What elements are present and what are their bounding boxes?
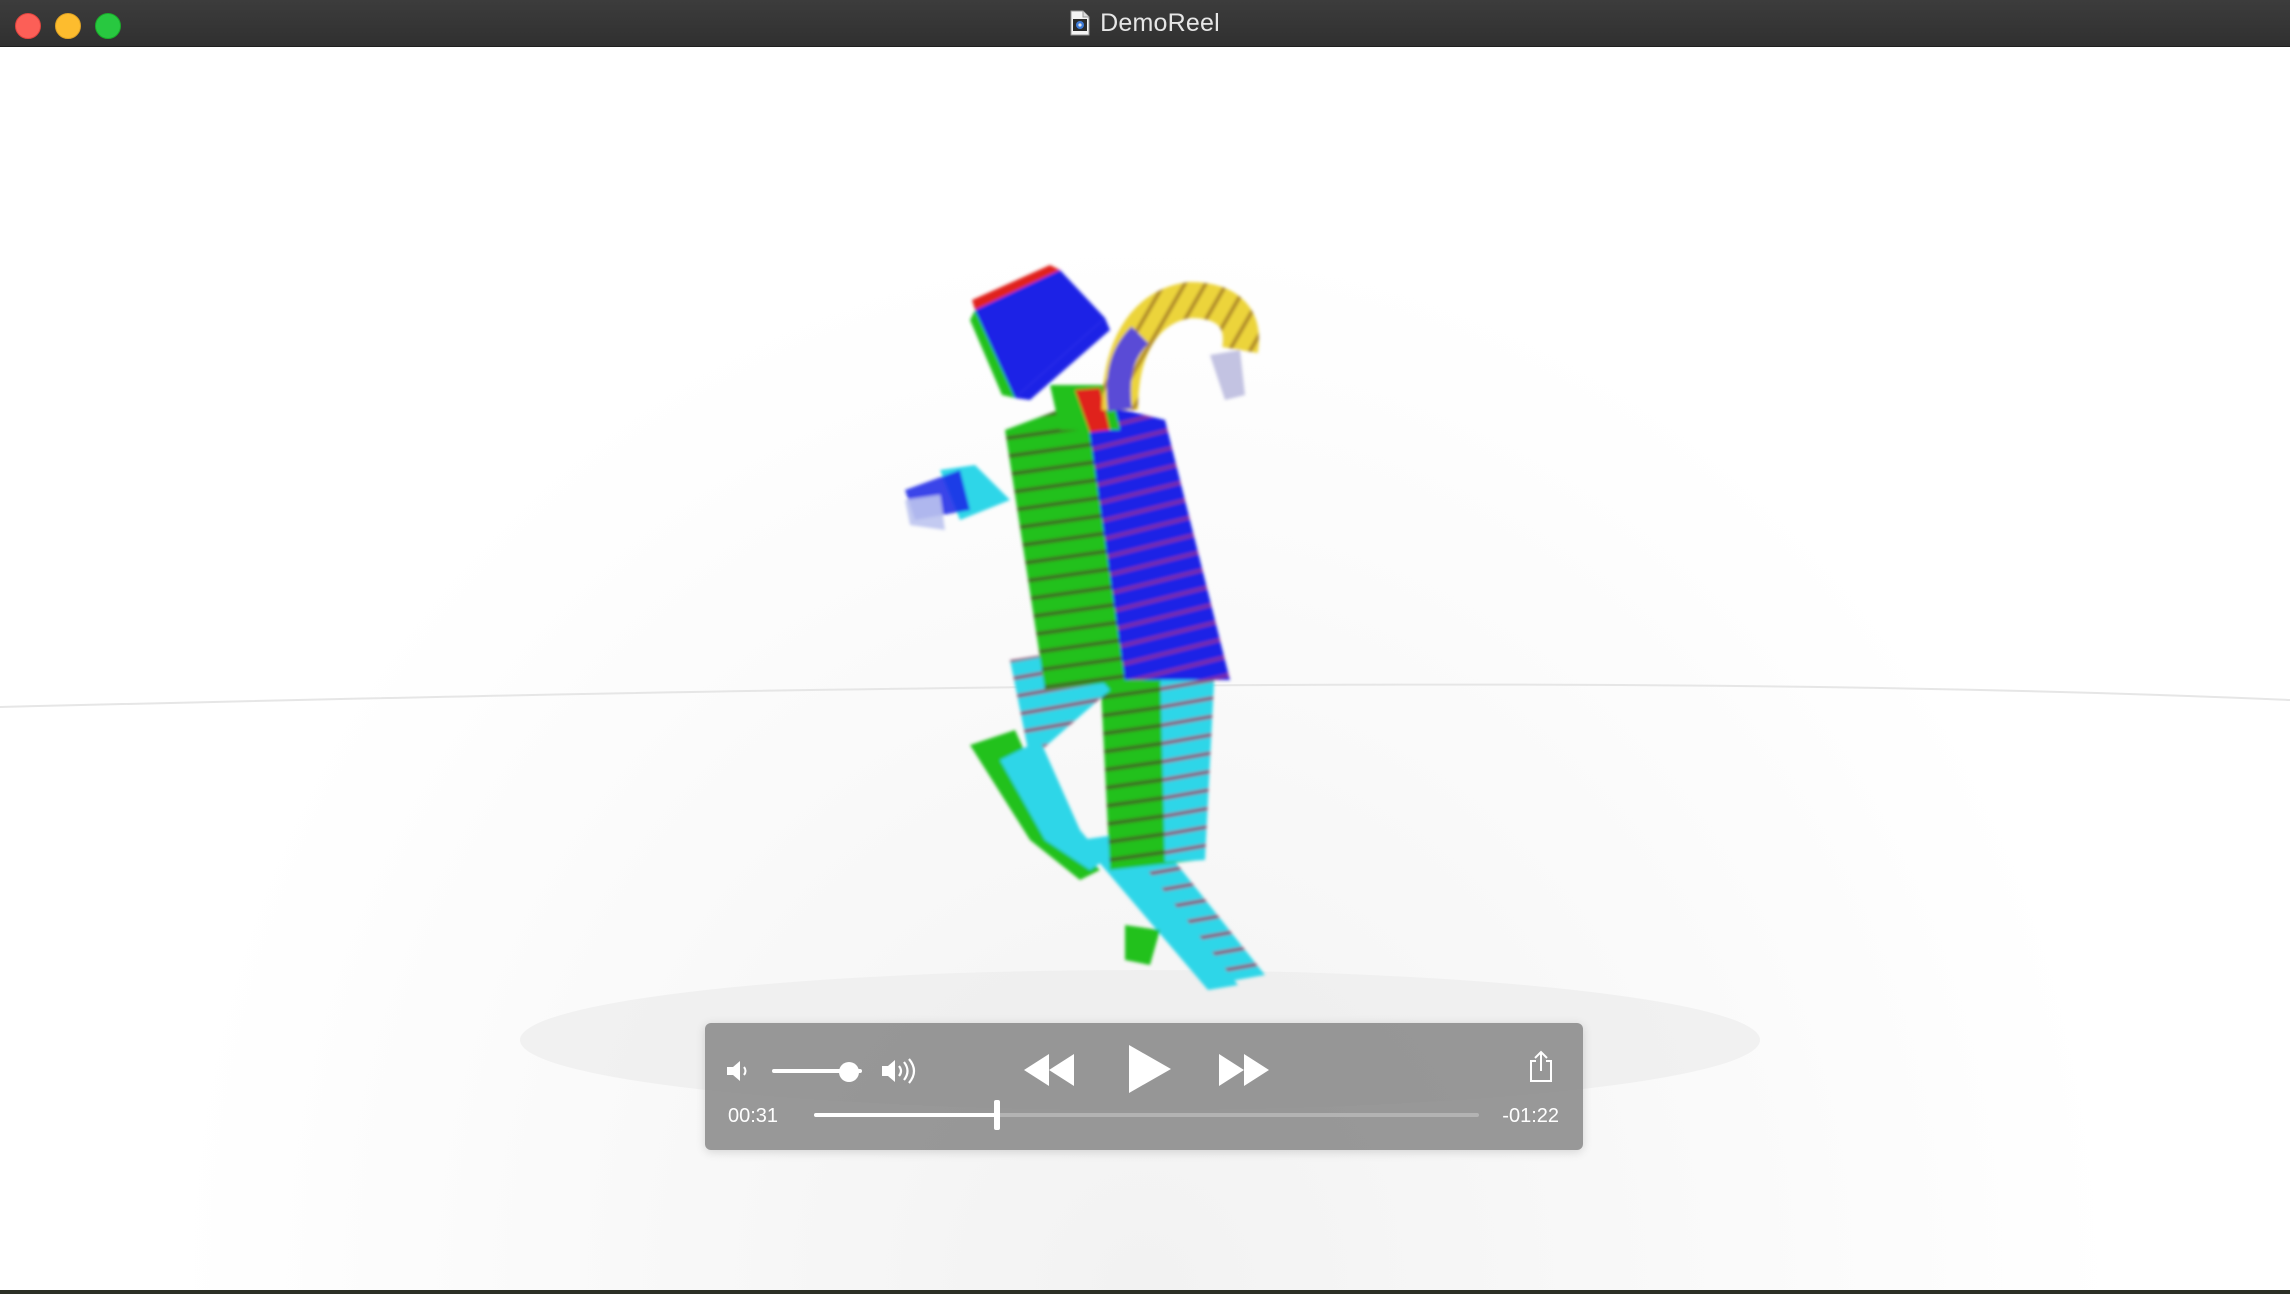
rewind-icon[interactable] bbox=[1022, 1050, 1076, 1090]
volume-mute-icon[interactable] bbox=[725, 1059, 755, 1083]
title-bar[interactable]: DemoReel bbox=[0, 0, 2290, 47]
video-canvas[interactable]: 00:31 -01:22 bbox=[0, 47, 2290, 1290]
timeline-progress bbox=[814, 1113, 997, 1117]
window-title: DemoReel bbox=[1100, 8, 1220, 37]
player-window: DemoReel 00:31 -01:22 bbox=[0, 0, 2290, 1290]
timeline-scrubber[interactable] bbox=[814, 1100, 1479, 1130]
fast-forward-icon[interactable] bbox=[1217, 1050, 1271, 1090]
volume-slider-thumb[interactable] bbox=[838, 1062, 859, 1082]
share-icon[interactable] bbox=[1528, 1049, 1554, 1083]
volume-loud-icon[interactable] bbox=[880, 1057, 924, 1085]
elapsed-time: 00:31 bbox=[728, 1105, 779, 1127]
window-title-group: DemoReel bbox=[0, 0, 2290, 46]
remaining-time: -01:22 bbox=[1502, 1105, 1559, 1127]
play-icon[interactable] bbox=[1125, 1043, 1173, 1095]
playback-controls: 00:31 -01:22 bbox=[705, 1023, 1583, 1150]
timeline-playhead[interactable] bbox=[993, 1100, 1000, 1130]
animated-figure bbox=[905, 265, 1265, 990]
quicktime-document-icon bbox=[1070, 10, 1090, 36]
